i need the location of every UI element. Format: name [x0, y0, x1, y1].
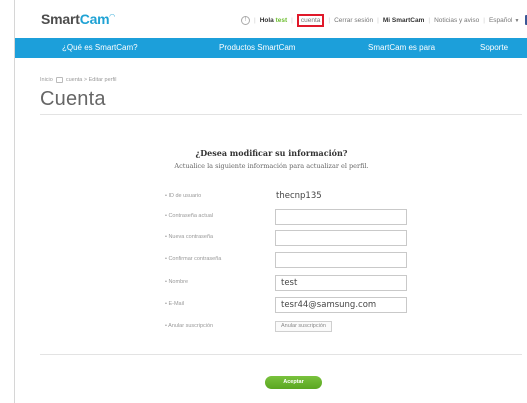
confirm-password-label: • Confirmar contraseña — [165, 256, 222, 262]
accept-button[interactable]: Aceptar — [265, 376, 322, 389]
new-password-label: • Nueva contraseña — [165, 234, 214, 240]
row-user-id: • ID de usuario thecnp135 — [165, 189, 465, 205]
chevron-down-icon: ▼ — [514, 17, 520, 24]
form-question: ¿Desea modificar su información? — [195, 148, 348, 158]
logo-wifi-icon: ◠ — [109, 13, 115, 21]
new-password-input[interactable] — [275, 230, 407, 246]
main-nav: ¿Qué es SmartCam? Productos SmartCam Sma… — [15, 38, 527, 58]
unsubscribe-label: • Anular suscripción — [165, 323, 214, 329]
breadcrumb-path: cuenta > Editar perfil — [65, 77, 117, 83]
smartcam-logo[interactable]: SmartCam◠ — [41, 11, 115, 27]
divider — [40, 354, 522, 355]
home-icon — [55, 77, 63, 83]
name-input[interactable] — [275, 275, 407, 291]
form-instructions: Actualice la siguiente información para … — [174, 162, 369, 170]
unsubscribe-button[interactable]: Anular suscripción — [275, 321, 332, 332]
utility-nav: ! | Hola test | cuenta | Cerrar sesión |… — [241, 13, 527, 27]
nav-item-support[interactable]: Soporte — [480, 43, 508, 52]
language-select[interactable]: Español ▼ — [489, 17, 519, 24]
logo-accent-text: Cam — [79, 11, 110, 27]
nav-item-smartcam-for[interactable]: SmartCam es para — [368, 43, 435, 52]
separator: | — [291, 16, 293, 24]
email-label: • E-Mail — [165, 301, 185, 307]
separator: | — [377, 16, 379, 24]
news-link[interactable]: Noticias y aviso — [434, 17, 479, 24]
current-password-input[interactable] — [275, 209, 407, 225]
page-title: Cuenta — [40, 88, 106, 110]
greeting-username: test — [275, 16, 288, 24]
confirm-password-input[interactable] — [275, 252, 407, 268]
logo-text: Smart — [41, 11, 80, 27]
social-links: f t — [523, 15, 527, 25]
row-unsubscribe: • Anular suscripción Anular suscripción — [165, 319, 465, 335]
greeting: Hola test — [260, 17, 287, 24]
email-input[interactable] — [275, 297, 407, 313]
separator: | — [428, 16, 431, 24]
separator: | — [254, 16, 256, 24]
row-current-password: • Contraseña actual — [165, 209, 465, 225]
page-frame: SmartCam◠ ! | Hola test | cuenta | Cerra… — [14, 0, 527, 403]
row-confirm-password: • Confirmar contraseña — [165, 252, 465, 268]
greeting-prefix: Hola — [259, 16, 274, 24]
nav-item-products[interactable]: Productos SmartCam — [219, 43, 295, 52]
my-smartcam-link[interactable]: Mi SmartCam — [383, 17, 425, 24]
account-link[interactable]: cuenta — [296, 13, 325, 27]
row-email: • E-Mail — [165, 297, 465, 313]
name-label: • Nombre — [165, 279, 189, 285]
language-label: Español — [488, 16, 513, 24]
row-name: • Nombre — [165, 275, 465, 291]
breadcrumb: Inicio cuenta > Editar perfil — [40, 77, 116, 83]
user-id-label: • ID de usuario — [165, 193, 202, 199]
alert-icon[interactable]: ! — [241, 15, 250, 25]
top-header: SmartCam◠ ! | Hola test | cuenta | Cerra… — [15, 0, 527, 38]
divider — [40, 114, 522, 115]
nav-item-what-is[interactable]: ¿Qué es SmartCam? — [62, 43, 138, 52]
breadcrumb-home[interactable]: Inicio — [40, 77, 53, 83]
current-password-label: • Contraseña actual — [165, 213, 214, 219]
logout-link[interactable]: Cerrar sesión — [334, 17, 373, 24]
separator: | — [483, 16, 485, 24]
user-id-value: thecnp135 — [276, 191, 322, 201]
row-new-password: • Nueva contraseña — [165, 230, 465, 246]
separator: | — [328, 16, 331, 24]
